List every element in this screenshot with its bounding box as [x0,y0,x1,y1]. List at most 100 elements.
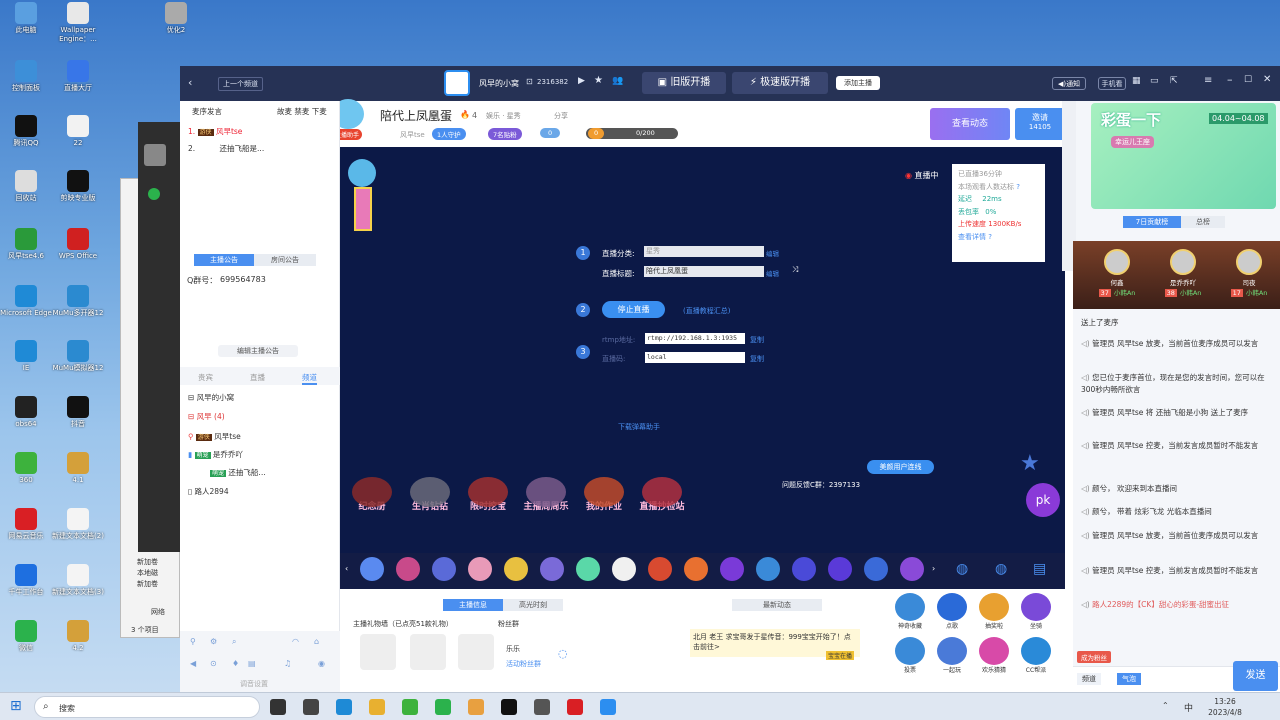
desktop-icon[interactable]: 微信 [0,620,52,653]
anchor-name[interactable]: 风早tse [400,130,425,140]
activity-item[interactable]: 生肖钻钻 [404,477,456,512]
category-field[interactable]: 星秀 [644,246,764,257]
desktop-icon[interactable]: 此电脑 [0,2,52,35]
send-button[interactable]: 发送 [1233,661,1278,691]
tree-user[interactable]: ▯ 路人2894 [188,486,229,497]
gift-item[interactable] [792,557,816,581]
tab-week-rank[interactable]: 7日贡献榜 [1123,216,1181,228]
guard-badge[interactable]: 1人守护 [432,128,466,140]
help-icon[interactable]: ? [1014,183,1020,191]
windows-start-icon[interactable]: ⊞ [10,698,22,714]
arrow-left-icon[interactable]: ‹ [345,564,348,573]
feature-button[interactable]: 一起玩 [932,637,972,674]
gift-item[interactable] [468,557,492,581]
rtmp-field[interactable]: rtmp://192.168.1.3:1935 [645,333,745,344]
mic-control-links[interactable]: 故麦 禁麦 下麦 [277,106,327,117]
menu-icon[interactable]: ≡ [1204,75,1212,86]
music-icon[interactable]: ♫ [284,659,291,668]
tree-user[interactable]: 萌宠 还抽飞船… [210,467,266,478]
tab-total-rank[interactable]: 总榜 [1181,216,1225,228]
feature-button[interactable]: 投票 [890,637,930,674]
taskbar-app-icon[interactable] [567,699,583,715]
desktop-icon[interactable]: 千牛工作台 [0,564,52,597]
desktop-icon[interactable]: 4.2 [52,620,104,653]
feature-button[interactable]: 点歌 [932,593,972,630]
view-dynamic-button[interactable]: 查看动态 [930,108,1010,140]
tree-user[interactable]: ⚲ 游侠 风早tse [188,431,241,442]
tab-room-notice[interactable]: 房间公告 [254,254,316,266]
share-link[interactable]: 分享 [554,111,568,121]
desktop-icon[interactable]: 360 [0,452,52,485]
arrow-right-icon[interactable]: › [932,564,935,573]
taskbar-app-icon[interactable] [402,699,418,715]
gift-item[interactable] [864,557,888,581]
fans-group-link[interactable]: 活动粉丝群 [506,659,541,669]
clock[interactable]: 13:26 2023/4/8 [1200,696,1250,718]
feature-button[interactable]: CC帮派 [1016,637,1056,674]
settings-icon[interactable]: ⚙ [210,637,217,646]
explorer-item[interactable]: 新加卷 [137,557,158,568]
pk-button[interactable]: pk [1026,483,1060,517]
taskbar-app-icon[interactable] [435,699,451,715]
desktop-icon[interactable]: Wallpaper Engine：... [52,2,104,44]
add-anchor-button[interactable]: 添加主播 [836,76,880,90]
desktop-icon[interactable]: 回收站 [0,170,52,203]
code-field[interactable]: local [645,352,745,363]
search-icon[interactable]: ⌕ [232,637,236,647]
feature-button[interactable]: 坐骑 [1016,593,1056,630]
feature-button[interactable]: 神奇收藏 [890,593,930,630]
taskbar-app-icon[interactable] [369,699,385,715]
close-icon[interactable]: ✕ [1263,74,1271,85]
tree-root[interactable]: ⊟ 风早的小窝 [188,392,234,403]
grid-icon[interactable]: ▦ [1132,76,1141,86]
star-icon[interactable]: ★ [1020,451,1040,476]
tab-anchor-notice[interactable]: 主播公告 [194,254,254,266]
activity-item[interactable]: 主播周周乐 [520,477,572,512]
rank-item[interactable]: 司夜 17 小韩An [1219,249,1279,297]
gift-item[interactable] [720,557,744,581]
pin-icon[interactable]: ⇱ [1170,76,1178,86]
feature-button[interactable]: 抽奖啦 [974,593,1014,630]
location-icon[interactable]: ⚲ [190,637,196,646]
activity-item[interactable]: 直播抄检站 [636,477,688,512]
taskbar-app-icon[interactable] [501,699,517,715]
edit-category-link[interactable]: 编辑 [766,248,779,258]
volume-icon[interactable]: ◀ [190,659,196,668]
gift-item[interactable] [360,557,384,581]
fans-badge[interactable]: 7名贴粉 [488,128,522,140]
desktop-icon[interactable]: 腾讯QQ [0,115,52,148]
camera-icon[interactable]: ⌂ [314,637,319,646]
taskbar-app-icon[interactable] [270,699,286,715]
mic-order-label[interactable]: 麦序发言 [192,106,222,117]
back-icon[interactable]: ‹ [188,76,192,89]
gift-item[interactable] [432,557,456,581]
mic-item[interactable]: 2. 还抽飞船是... [188,143,264,154]
edit-title-link[interactable]: 编辑 [766,268,779,278]
download-helper-link[interactable]: 下载弹幕助手 [618,422,660,432]
tray-chevron-icon[interactable]: ⌃ [1162,701,1169,710]
feature-button[interactable]: 欢乐猜猜 [974,637,1014,674]
rank-item[interactable]: 何鑫 37 小韩An [1087,249,1147,297]
title-field[interactable]: 陪代上凤凰蛋 [644,266,764,277]
gift-item[interactable] [540,557,564,581]
mic-item[interactable]: 1. 游侠 风早tse [188,126,242,137]
channel-tag[interactable]: 频道 [1077,673,1101,685]
desktop-icon[interactable]: MuMu模拟器12 [52,340,104,373]
skin-icon[interactable]: ▭ [1150,76,1159,86]
chat-icon[interactable] [148,188,160,200]
desktop-icon[interactable]: 新建文本文档(3) [52,564,104,597]
explorer-item-network[interactable]: 网络 [151,607,165,617]
gift-item[interactable] [828,557,852,581]
gift-icon[interactable]: ◍ [956,561,968,577]
desktop-icon[interactable]: WPS Office [52,228,104,261]
gift-wall-label[interactable]: 主播礼物墙（已点亮51款礼物） [353,619,453,629]
fans-group-label[interactable]: 粉丝群 [498,619,519,629]
explorer-item[interactable]: 新加卷 [137,579,158,590]
explorer-item[interactable]: 本地磁 [137,568,158,579]
gift-item[interactable] [648,557,672,581]
group-icon[interactable]: 👥 [612,76,623,86]
tab-anchor-info[interactable]: 主播信息 [443,599,503,611]
tutorial-link[interactable]: (直播教程汇总) [683,306,730,316]
star-icon[interactable]: ★ [594,75,603,86]
edit-notice-button[interactable]: 编辑主播公告 [218,345,298,357]
